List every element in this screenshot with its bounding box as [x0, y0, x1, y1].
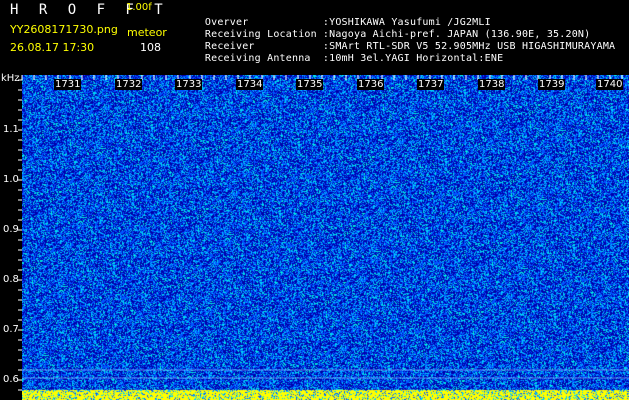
time-label: 1732: [115, 79, 143, 90]
hroft-spectrogram-window: H R O F F T 1.00f YY2608171730.png meteo…: [0, 0, 629, 400]
time-label: 1735: [296, 79, 324, 90]
time-label: 1739: [538, 79, 566, 90]
freq-tick-label: 0.8: [3, 274, 19, 285]
freq-tick-label: 1.0: [3, 174, 19, 185]
antenna-row: Receiving Antenna :10mH 3el.YAGI Horizont…: [180, 42, 503, 75]
time-label: 1734: [236, 79, 264, 90]
time-label: 1738: [478, 79, 506, 90]
time-label: 1733: [175, 79, 203, 90]
freq-tick-label: 1.1: [3, 124, 19, 135]
freq-tick-label: 0.9: [3, 224, 19, 235]
image-filename: YY2608171730.png: [10, 23, 118, 36]
freq-tick-label: 0.7: [3, 324, 19, 335]
app-version: 1.00f: [126, 2, 152, 13]
freq-axis-unit: kHz: [1, 73, 20, 84]
antenna-value: :10mH 3el.YAGI Horizontal:ENE: [322, 53, 504, 64]
time-label: 1740: [596, 79, 624, 90]
capture-datetime: 26.08.17 17:30: [10, 41, 95, 54]
spectrogram-canvas: [22, 75, 629, 400]
time-label: 1731: [54, 79, 82, 90]
time-label: 1736: [357, 79, 385, 90]
detection-mode: meteor: [127, 26, 167, 39]
time-label: 1737: [417, 79, 445, 90]
antenna-label: Receiving Antenna: [204, 53, 311, 64]
freq-tick-label: 0.6: [3, 374, 19, 385]
meteor-count: 108: [140, 41, 161, 54]
